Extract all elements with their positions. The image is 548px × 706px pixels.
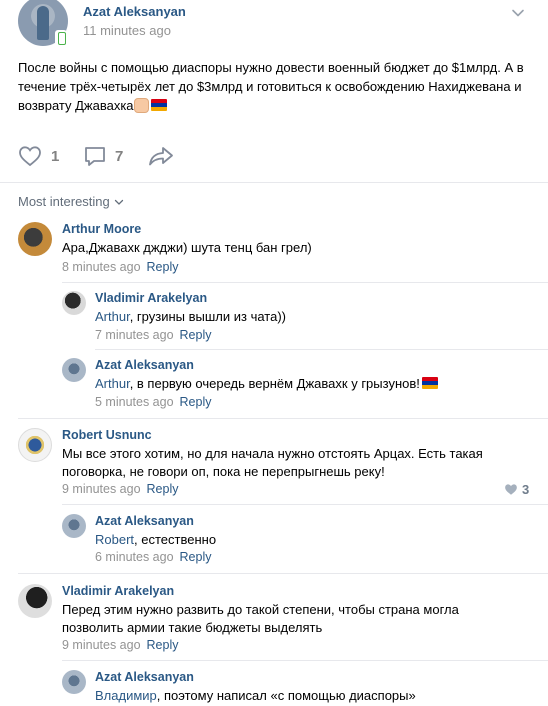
divider: [95, 349, 548, 350]
mention-link[interactable]: Arthur: [95, 309, 130, 324]
comment-meta: 9 minutes ago Reply: [62, 638, 179, 652]
comment-meta: 7 minutes ago Reply: [95, 328, 212, 342]
divider: [18, 418, 548, 419]
post-text: После войны с помощью диаспоры нужно дов…: [18, 58, 533, 115]
raised-fist-emoji-icon: [133, 98, 149, 113]
mobile-icon: [55, 30, 67, 46]
comment-meta: 5 minutes ago Reply: [95, 395, 212, 409]
post-author-name[interactable]: Azat Aleksanyan: [83, 4, 186, 19]
comment-button[interactable]: 7: [84, 140, 123, 172]
comment-time[interactable]: 9 minutes ago: [62, 638, 141, 652]
comment-text-body: , поэтому написал «с помощью диаспоры»: [156, 688, 416, 703]
mention-link[interactable]: Владимир: [95, 688, 157, 703]
armenia-flag-icon: [150, 99, 167, 111]
reply-button[interactable]: Reply: [180, 328, 212, 342]
reply-button[interactable]: Reply: [147, 482, 179, 496]
avatar[interactable]: [62, 670, 86, 694]
comment-meta: 6 minutes ago Reply: [95, 550, 212, 564]
armenia-flag-icon: [421, 377, 438, 389]
post-text-content: После войны с помощью диаспоры нужно дов…: [18, 60, 524, 113]
comment-text: Arthur, в первую очередь вернём Джавахк …: [95, 375, 535, 393]
avatar[interactable]: [18, 428, 52, 462]
chevron-down-icon: [114, 199, 123, 205]
comment-time[interactable]: 6 minutes ago: [95, 550, 174, 564]
comment-author[interactable]: Vladimir Arakelyan: [95, 291, 207, 305]
comment-meta: 9 minutes ago Reply: [62, 482, 179, 496]
comment-time[interactable]: 7 minutes ago: [95, 328, 174, 342]
divider: [0, 182, 548, 183]
reply-button[interactable]: Reply: [180, 395, 212, 409]
divider: [62, 660, 548, 661]
divider: [62, 504, 548, 505]
comment-text-body: , естественно: [134, 532, 217, 547]
comment-time[interactable]: 5 minutes ago: [95, 395, 174, 409]
comment-time[interactable]: 8 minutes ago: [62, 260, 141, 274]
comment-text: Мы все этого хотим, но для начала нужно …: [62, 446, 483, 479]
mention-link[interactable]: Arthur: [95, 376, 130, 391]
sort-label: Most interesting: [18, 194, 110, 209]
share-button[interactable]: [148, 140, 174, 172]
comment-text-body: , в первую очередь вернём Джавахк у грыз…: [129, 376, 420, 391]
comment-text: Ара,Джавахк джджи) шута тенц бан грел): [62, 240, 312, 255]
mention-link[interactable]: Robert: [95, 532, 134, 547]
comment-author[interactable]: Azat Aleksanyan: [95, 514, 194, 528]
comment-text: Владимир, поэтому написал «с помощью диа…: [95, 687, 535, 705]
comment-like-count: 3: [522, 482, 530, 497]
reply-button[interactable]: Reply: [147, 638, 179, 652]
share-icon: [149, 147, 173, 166]
reply-button[interactable]: Reply: [180, 550, 212, 564]
comment-meta: 8 minutes ago Reply: [62, 260, 179, 274]
like-button[interactable]: 1: [18, 140, 59, 172]
comment-author[interactable]: Azat Aleksanyan: [95, 670, 194, 684]
like-count: 1: [51, 147, 60, 165]
comment-author[interactable]: Azat Aleksanyan: [95, 358, 194, 372]
avatar[interactable]: [62, 514, 86, 538]
post-header: Azat Aleksanyan 11 minutes ago: [0, 0, 548, 52]
comment-text-body: , грузины вышли из чата)): [129, 309, 286, 324]
post-timestamp[interactable]: 11 minutes ago: [83, 23, 171, 38]
heart-icon: [19, 146, 41, 167]
divider: [18, 573, 548, 574]
reply-button[interactable]: Reply: [147, 260, 179, 274]
post-actions: 1 7: [0, 140, 548, 172]
comment-count: 7: [115, 147, 124, 165]
comment-author[interactable]: Robert Usnunc: [62, 428, 152, 442]
avatar[interactable]: [62, 358, 86, 382]
comment-text: Robert, естественно: [95, 531, 535, 549]
avatar[interactable]: [62, 291, 86, 315]
comment-author[interactable]: Vladimir Arakelyan: [62, 584, 174, 598]
comment-icon: [85, 147, 105, 166]
comment-author[interactable]: Arthur Moore: [62, 222, 141, 236]
comment-text: Arthur, грузины вышли из чата)): [95, 308, 535, 326]
comments-sort-dropdown[interactable]: Most interesting: [18, 194, 124, 209]
comment-like-button[interactable]: 3: [504, 482, 529, 497]
chevron-down-icon[interactable]: [511, 6, 525, 20]
heart-icon: [505, 484, 517, 495]
avatar[interactable]: [18, 584, 52, 618]
comment-text: Перед этим нужно развить до такой степен…: [62, 602, 459, 635]
comment-time[interactable]: 9 minutes ago: [62, 482, 141, 496]
divider: [62, 282, 548, 283]
avatar[interactable]: [18, 222, 52, 256]
